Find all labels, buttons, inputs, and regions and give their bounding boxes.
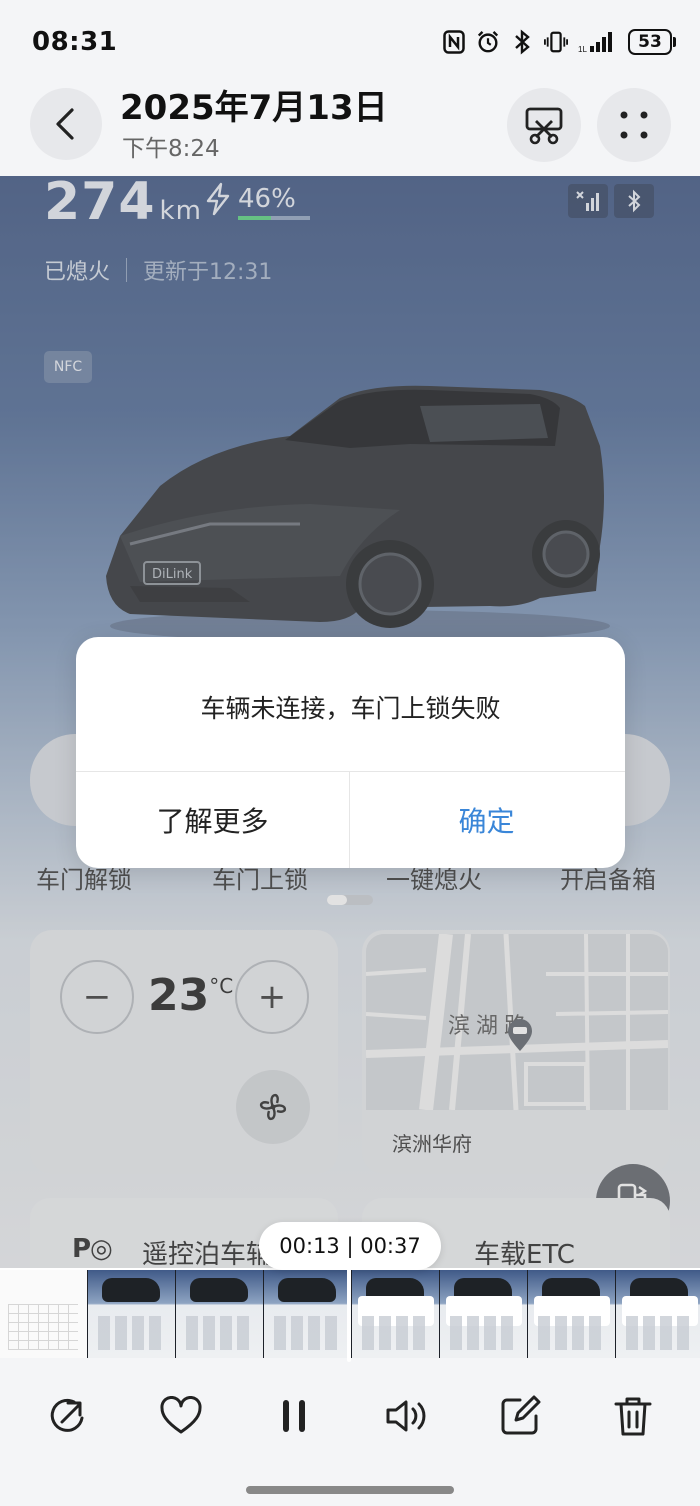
video-playhead[interactable]: [347, 1266, 351, 1362]
filmstrip-frame: [352, 1270, 440, 1358]
svg-text:1L: 1L: [578, 45, 587, 54]
share-button[interactable]: [40, 1388, 96, 1444]
filmstrip-frame: [528, 1270, 616, 1358]
video-frame: 274 km 46% 已熄火 更新于12:31 NFC DiLink 车门解锁 车…: [0, 176, 700, 1268]
cut-video-icon: [525, 107, 563, 145]
heart-icon: [160, 1396, 202, 1434]
battery-level: 53: [628, 29, 672, 55]
lock-failed-dialog: 车辆未连接，车门上锁失败 了解更多 确定: [76, 637, 625, 868]
favorite-button[interactable]: [153, 1388, 209, 1444]
battery-icon: 53: [628, 29, 676, 55]
clip-button[interactable]: [507, 88, 581, 162]
status-icons: 1L 53: [442, 29, 676, 55]
filmstrip-frame: [440, 1270, 528, 1358]
alarm-icon: [476, 29, 500, 55]
photo-date: 2025年7月13日: [120, 88, 388, 128]
pause-icon: [283, 1400, 305, 1432]
vibrate-icon: [544, 29, 568, 55]
trash-icon: [614, 1397, 652, 1436]
learn-more-button[interactable]: 了解更多: [76, 772, 349, 868]
more-dots-icon: [620, 111, 648, 139]
more-button[interactable]: [597, 88, 671, 162]
pause-button[interactable]: [266, 1388, 322, 1444]
filmstrip-frame: [88, 1270, 176, 1358]
chevron-left-icon: [56, 108, 74, 140]
volume-button[interactable]: [379, 1388, 435, 1444]
home-indicator[interactable]: [246, 1486, 454, 1494]
photo-time: 下午8:24: [122, 136, 220, 162]
filmstrip-frame: [616, 1270, 700, 1358]
back-button[interactable]: [30, 88, 102, 160]
bluetooth-icon: [510, 29, 534, 55]
confirm-button[interactable]: 确定: [350, 772, 623, 868]
edit-button[interactable]: [492, 1388, 548, 1444]
volume-icon: [386, 1400, 426, 1432]
share-icon: [50, 1398, 84, 1432]
nfc-icon: [442, 29, 466, 55]
viewer-header: 08:31 1L 53 2025年7月13日 下午8:24: [0, 0, 700, 176]
status-bar: 08:31 1L 53: [32, 24, 676, 60]
delete-button[interactable]: [605, 1388, 661, 1444]
video-timestamp: 00:13 | 00:37: [259, 1222, 441, 1270]
dialog-message: 车辆未连接，车门上锁失败: [200, 694, 501, 723]
edit-icon: [501, 1395, 541, 1435]
signal-icon: 1L: [578, 29, 618, 55]
status-time: 08:31: [32, 27, 118, 57]
bottom-toolbar: [0, 1358, 700, 1506]
filmstrip-frame: [0, 1270, 88, 1358]
filmstrip-frame: [264, 1270, 352, 1358]
filmstrip-frame: [176, 1270, 264, 1358]
